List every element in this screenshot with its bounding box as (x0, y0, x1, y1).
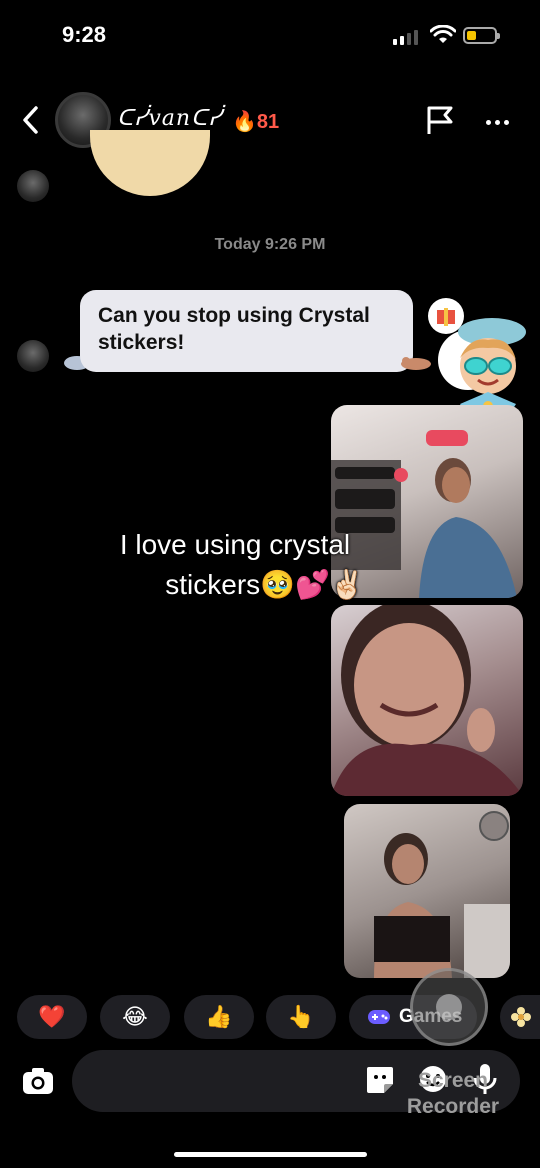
reaction-point-up-button[interactable]: 👆 (266, 995, 336, 1039)
streak-count: 81 (256, 111, 280, 133)
streak-badge: 🔥81 (232, 109, 279, 134)
status-time: 9:28 (62, 22, 107, 47)
signal-icon (393, 30, 418, 45)
camera-icon[interactable] (20, 1063, 56, 1099)
sticker-icon[interactable] (364, 1064, 396, 1096)
overlay-caption-line: stickers🥹💕✌🏻 (165, 569, 365, 600)
more-dots-icon[interactable] (486, 112, 513, 130)
fire-icon: 🔥 (232, 111, 257, 133)
reaction-thumbs-up-button[interactable]: 👍 (184, 995, 254, 1039)
wifi-icon (430, 25, 456, 43)
date-stamp: Today 9:26 PM (214, 236, 326, 253)
screen-recorder-watermark: Screen Recorder (398, 1068, 508, 1120)
contact-username[interactable]: ᑕᓰvanᑕᓰ (117, 106, 222, 131)
sender-avatar (17, 340, 49, 372)
flag-icon[interactable] (425, 104, 457, 136)
photo-message[interactable] (331, 605, 523, 796)
watermark-line: Screen (417, 1069, 489, 1092)
flower-icon (511, 1007, 531, 1027)
overlay-caption-line: I love using crystal (119, 529, 351, 560)
photo-message[interactable] (344, 804, 510, 978)
gamepad-icon (368, 1010, 390, 1024)
battery-icon (463, 27, 500, 44)
overlay-caption: I love using crystal stickers🥹💕✌🏻 (60, 525, 410, 605)
watermark-line: Recorder (406, 1095, 500, 1118)
sender-avatar (17, 170, 49, 202)
home-indicator[interactable] (174, 1152, 367, 1157)
reaction-heart-button[interactable]: ❤️ (17, 995, 87, 1039)
back-chevron-icon[interactable] (20, 104, 42, 136)
previous-message-media[interactable] (90, 130, 210, 196)
flower-sticker-button[interactable] (500, 995, 540, 1039)
reaction-laugh-button[interactable]: 😂 (100, 995, 170, 1039)
screen-recorder-overlay[interactable] (410, 968, 488, 1046)
message-bubble[interactable]: Can you stop using Crystal stickers! (80, 290, 413, 372)
